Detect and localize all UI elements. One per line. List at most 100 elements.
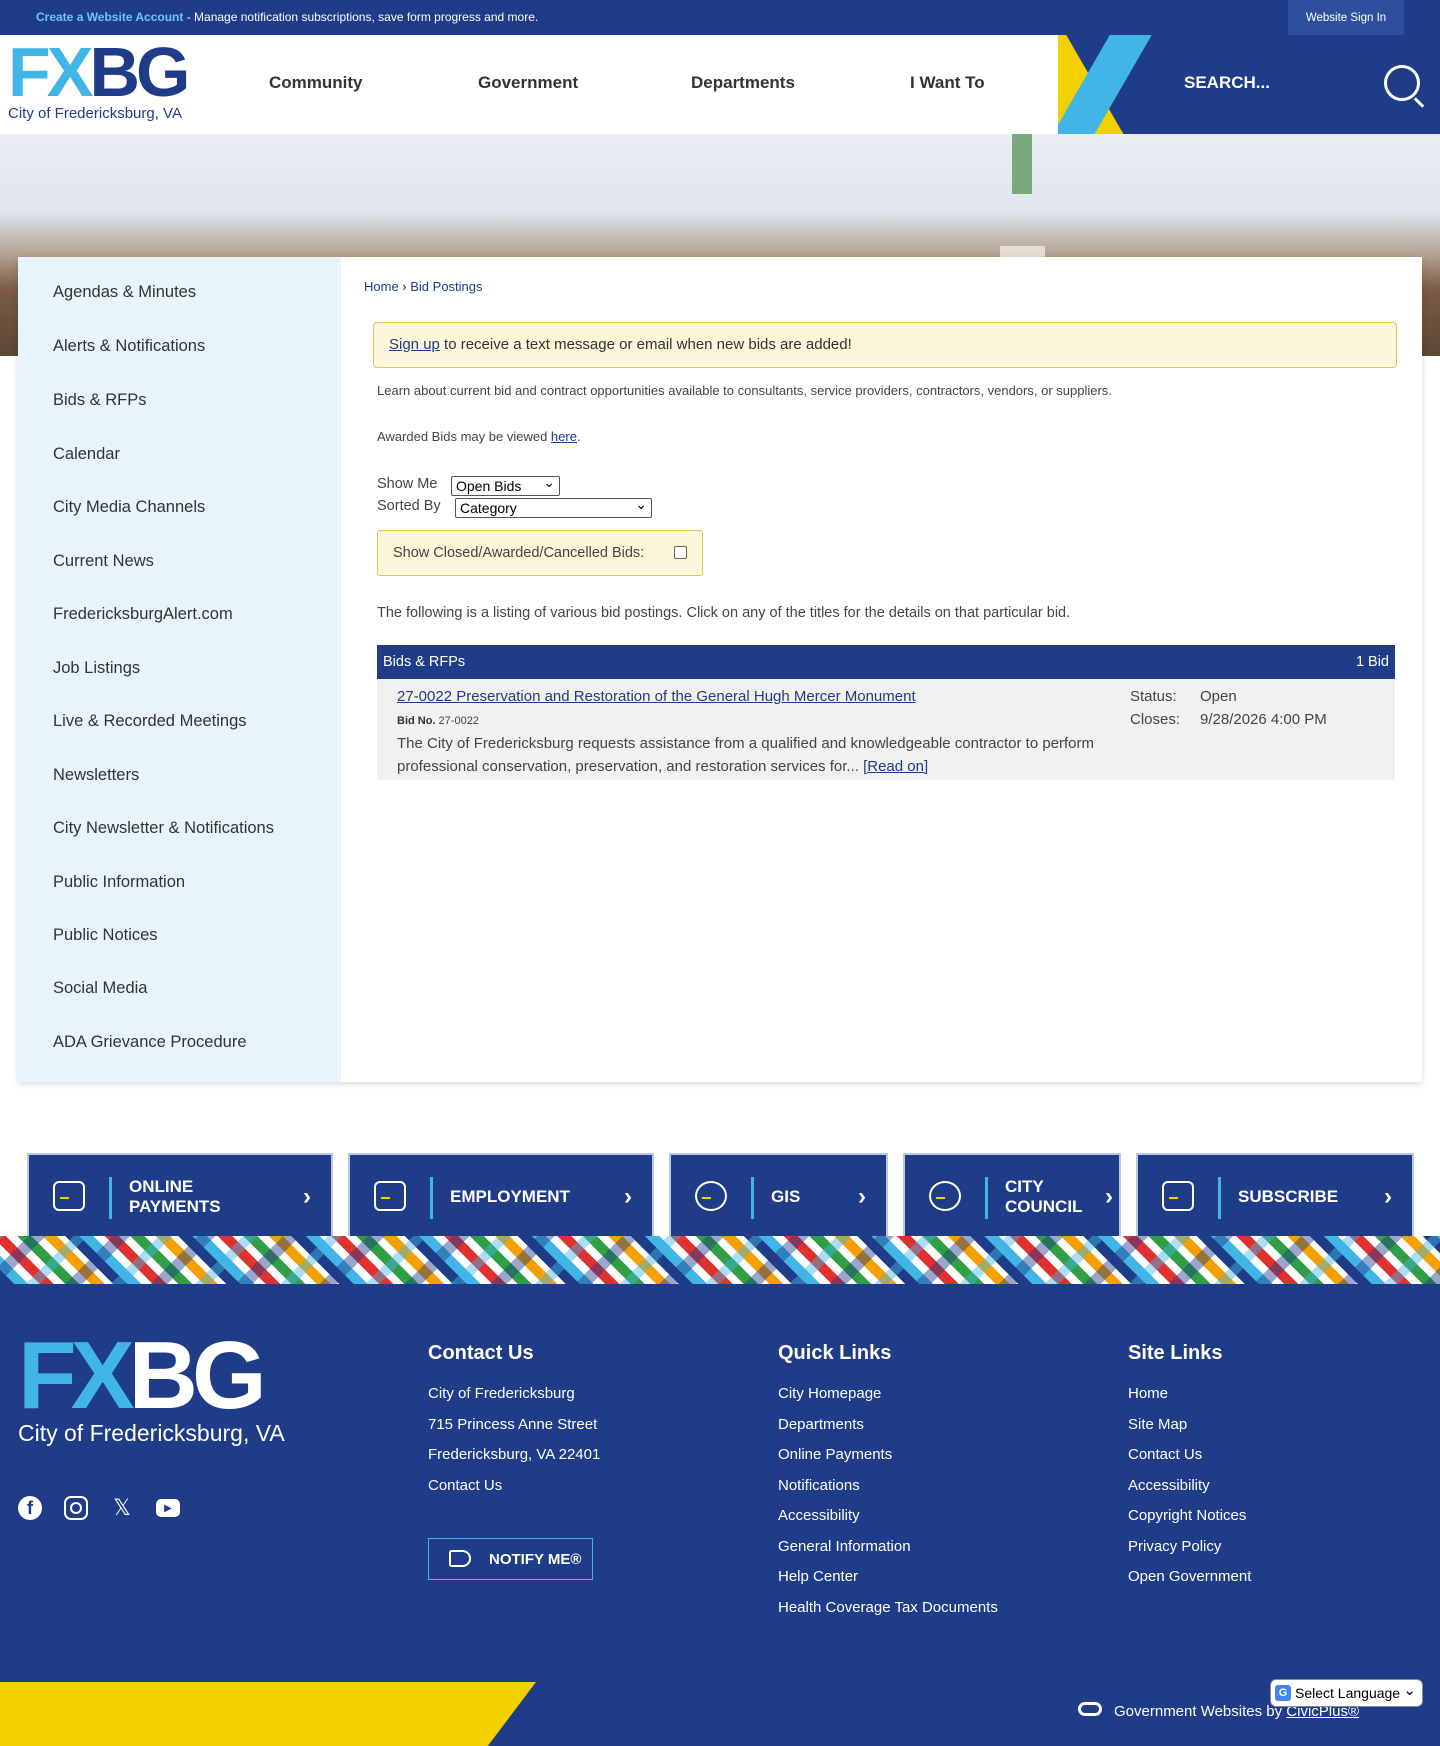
footer-link-departments[interactable]: Departments (778, 1410, 998, 1441)
footer-link-contact-us[interactable]: Contact Us (1128, 1440, 1251, 1471)
sidebar-item-alerts[interactable]: Alerts & Notifications (53, 337, 205, 356)
youtube-icon[interactable]: ▶ (156, 1499, 180, 1517)
sidebar-item-ada-grievance[interactable]: ADA Grievance Procedure (53, 1033, 247, 1052)
footer-link-home[interactable]: Home (1128, 1379, 1251, 1410)
account-message: Create a Website Account - Manage notifi… (36, 10, 538, 24)
people-icon (929, 1181, 961, 1211)
breadcrumb: Home › Bid Postings (364, 279, 483, 294)
footer-link-help-center[interactable]: Help Center (778, 1562, 998, 1593)
megaphone-icon (449, 1550, 471, 1567)
signup-link[interactable]: Sign up (389, 336, 440, 353)
tile-label: SUBSCRIBE (1238, 1187, 1339, 1206)
nav-i-want-to[interactable]: I Want To (910, 73, 985, 93)
online-payments-tile[interactable]: ONLINE PAYMENTS › (27, 1153, 333, 1239)
sidebar-item-social-media[interactable]: Social Media (53, 979, 147, 998)
footer-contact-city: Fredericksburg, VA 22401 (428, 1446, 601, 1463)
signup-alert-text: to receive a text message or email when … (439, 336, 852, 353)
bid-read-on-link[interactable]: [Read on] (863, 758, 928, 775)
sidebar-item-city-newsletter[interactable]: City Newsletter & Notifications (53, 819, 274, 838)
subscribe-tile[interactable]: SUBSCRIBE › (1136, 1153, 1414, 1239)
notify-me-label: NOTIFY ME® (489, 1551, 582, 1568)
sorted-by-select[interactable]: Category (455, 496, 652, 518)
x-twitter-icon[interactable]: 𝕏 (110, 1495, 134, 1520)
footer-link-health-coverage[interactable]: Health Coverage Tax Documents (778, 1593, 998, 1624)
sidebar-item-fredericksburg-alert[interactable]: FredericksburgAlert.com (53, 605, 233, 624)
awarded-bids-link[interactable]: here (551, 429, 577, 444)
nav-community[interactable]: Community (269, 73, 363, 93)
show-me-select[interactable]: Open Bids (451, 474, 560, 496)
account-message-text: - Manage notification subscriptions, sav… (183, 10, 539, 24)
footer-logo-fx: FX (18, 1322, 135, 1429)
language-select-label: Select Language (1295, 1685, 1401, 1701)
breadcrumb-current[interactable]: Bid Postings (410, 279, 482, 294)
show-closed-checkbox[interactable] (674, 546, 687, 559)
sidebar-item-newsletters[interactable]: Newsletters (53, 766, 139, 785)
footer-link-city-homepage[interactable]: City Homepage (778, 1379, 998, 1410)
bid-title-link[interactable]: 27-0022 Preservation and Restoration of … (397, 688, 916, 705)
instagram-icon[interactable] (64, 1496, 88, 1520)
nav-government[interactable]: Government (478, 73, 578, 93)
tile-separator (985, 1177, 988, 1219)
bid-category-header: Bids & RFPs 1 Bid (377, 645, 1395, 679)
sidebar-item-job-listings[interactable]: Job Listings (53, 659, 140, 678)
site-logo[interactable]: FXBG City of Fredericksburg, VA (8, 37, 190, 122)
sidebar-item-meetings[interactable]: Live & Recorded Meetings (53, 712, 247, 731)
footer-site-links: Site Links Home Site Map Contact Us Acce… (1128, 1342, 1251, 1593)
employment-tile[interactable]: EMPLOYMENT › (348, 1153, 654, 1239)
footer-logo[interactable]: FXBG City of Fredericksburg, VA (18, 1328, 285, 1447)
search-input[interactable]: SEARCH... (1184, 73, 1270, 93)
google-translate-icon: G (1275, 1685, 1291, 1701)
language-select[interactable]: G Select Language (1270, 1679, 1423, 1707)
sidebar: Agendas & Minutes Alerts & Notifications… (18, 257, 341, 1082)
sidebar-item-media-channels[interactable]: City Media Channels (53, 498, 205, 517)
sidebar-item-current-news[interactable]: Current News (53, 552, 154, 571)
facebook-icon[interactable]: f (18, 1496, 42, 1520)
footer-link-accessibility[interactable]: Accessibility (778, 1501, 998, 1532)
nav-departments[interactable]: Departments (691, 73, 795, 93)
sidebar-item-bids[interactable]: Bids & RFPs (53, 391, 147, 410)
chevron-right-icon: › (1105, 1183, 1113, 1210)
notify-me-button[interactable]: NOTIFY ME® (428, 1538, 593, 1580)
tile-separator (109, 1177, 112, 1219)
awarded-bids-text: Awarded Bids may be viewed here. (377, 429, 581, 444)
footer-link-privacy[interactable]: Privacy Policy (1128, 1532, 1251, 1563)
tile-label-line: COUNCIL (1005, 1197, 1083, 1216)
bid-description-text: The City of Fredericksburg requests assi… (397, 735, 1095, 775)
signup-alert: Sign up to receive a text message or ema… (373, 322, 1397, 368)
website-sign-in-button[interactable]: Website Sign In (1288, 0, 1404, 35)
sidebar-item-public-information[interactable]: Public Information (53, 873, 185, 892)
payments-icon (53, 1181, 85, 1211)
search-area[interactable]: SEARCH... (1058, 35, 1440, 134)
footer-contact-link[interactable]: Contact Us (428, 1471, 600, 1502)
tile-label-line: ONLINE (129, 1177, 194, 1196)
show-closed-filter: Show Closed/Awarded/Cancelled Bids: (377, 530, 703, 576)
utility-bar: Create a Website Account - Manage notifi… (0, 0, 1440, 35)
city-council-tile[interactable]: CITY COUNCIL › (903, 1153, 1121, 1239)
gis-tile[interactable]: GIS › (669, 1153, 888, 1239)
footer-link-copyright[interactable]: Copyright Notices (1128, 1501, 1251, 1532)
create-account-link[interactable]: Create a Website Account (36, 10, 183, 24)
search-icon[interactable] (1384, 65, 1420, 101)
bid-status-label: Status: (1130, 688, 1177, 705)
sidebar-item-agendas[interactable]: Agendas & Minutes (53, 283, 196, 302)
bid-row: 27-0022 Preservation and Restoration of … (377, 679, 1395, 780)
bid-number-label: Bid No. (397, 715, 436, 727)
powered-by-text: Government Websites by (1114, 1703, 1287, 1720)
envelope-icon (1162, 1181, 1194, 1211)
tile-separator (751, 1177, 754, 1219)
site-footer: FXBG City of Fredericksburg, VA f 𝕏 ▶ Co… (0, 1284, 1440, 1682)
footer-link-site-accessibility[interactable]: Accessibility (1128, 1471, 1251, 1502)
footer-link-site-map[interactable]: Site Map (1128, 1410, 1251, 1441)
footer-link-general-information[interactable]: General Information (778, 1532, 998, 1563)
tile-label: EMPLOYMENT (450, 1187, 570, 1206)
tile-label: ONLINE PAYMENTS (129, 1177, 221, 1217)
sidebar-item-calendar[interactable]: Calendar (53, 445, 120, 464)
footer-link-online-payments[interactable]: Online Payments (778, 1440, 998, 1471)
globe-search-icon (695, 1181, 727, 1211)
footer-link-notifications[interactable]: Notifications (778, 1471, 998, 1502)
content-area: Home › Bid Postings Sign up to receive a… (341, 257, 1422, 1082)
footer-link-open-government[interactable]: Open Government (1128, 1562, 1251, 1593)
breadcrumb-home[interactable]: Home (364, 279, 399, 294)
chevron-right-icon: › (303, 1183, 311, 1210)
sidebar-item-public-notices[interactable]: Public Notices (53, 926, 158, 945)
